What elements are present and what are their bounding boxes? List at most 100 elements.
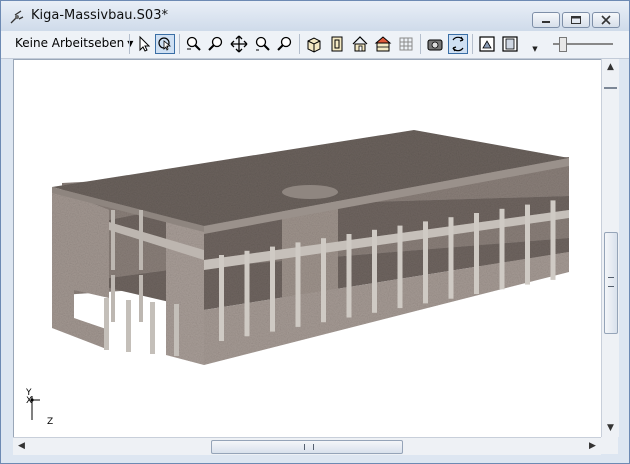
column [219,255,224,307]
toolbar-separator [129,34,130,54]
column [270,246,275,299]
view-house-section-icon [374,36,392,52]
column [270,293,275,332]
toolbar: Keine Arbeitseben ▼ ▼ [1,31,629,59]
minimize-icon [542,21,550,23]
arrow-right-icon: ▶ [589,441,596,451]
scrollbar-corner [601,437,618,454]
arrow-down-icon: ▼ [607,423,614,433]
column [499,251,505,290]
pan-icon [230,35,248,53]
chevron-down-icon: ▼ [532,45,538,53]
scroll-left-button[interactable]: ◀ [13,438,30,455]
view-3d-tool[interactable] [305,35,323,53]
column [397,225,403,278]
column [111,275,115,322]
zoom-in-icon [255,36,270,51]
view-3d-icon [307,37,321,53]
render-tool[interactable] [426,35,444,53]
maximize-icon [571,16,581,24]
select-region-icon [158,37,172,51]
rotate-view-tool[interactable] [448,34,468,54]
pan-tool[interactable] [230,35,248,53]
zoom-slider-thumb[interactable] [559,37,567,52]
toolbar-separator [179,34,180,54]
column [139,210,143,270]
toolbar-overflow-button[interactable]: ▼ [529,43,541,55]
arrow-up-icon: ▲ [607,62,614,72]
axis-z-label: Z [47,417,54,427]
app-icon [10,10,24,24]
column [295,242,301,295]
scroll-right-button[interactable]: ▶ [584,438,601,455]
toolbar-separator [472,34,473,54]
toolbar-separator [299,34,300,54]
select-arrow-tool[interactable] [135,35,153,53]
view-window-icon [479,36,495,52]
column [321,284,326,323]
view-house-section-tool[interactable] [374,35,392,53]
vertical-scrollbar[interactable]: ▲ ▼ [601,59,619,437]
rotate-view-icon [452,36,464,52]
view-front-tool[interactable] [328,35,346,53]
grip-icon [304,444,314,450]
column [423,265,428,304]
column [219,303,224,341]
close-button[interactable] [592,12,620,28]
scroll-up-button[interactable]: ▲ [602,59,619,76]
zoom-out-tool[interactable] [207,35,225,53]
column [474,256,479,294]
view-house-tool[interactable] [351,35,369,53]
column [372,274,377,313]
grip-icon [608,277,614,287]
column [397,270,403,309]
column [139,275,143,322]
arrow-left-icon: ◀ [18,441,25,451]
close-icon [601,15,611,25]
zoom-in-tool[interactable] [253,35,271,53]
view-frame-icon [502,36,518,52]
left-wall [52,187,109,350]
column [174,304,179,356]
grid-icon [399,37,413,51]
minimize-button[interactable] [532,12,560,28]
zoom-window-tool[interactable] [185,35,203,53]
toolbar-separator [420,34,421,54]
column [104,298,109,350]
scroll-down-button[interactable]: ▼ [602,420,619,437]
zoom-out-icon [208,36,223,51]
column [550,241,556,280]
column [525,246,530,285]
select-arrow-icon [139,35,151,52]
view-front-icon [331,36,343,52]
grid-tool[interactable] [397,35,415,53]
zoom-window-icon [186,36,201,51]
layer-dropdown-label: Keine Arbeitseben [15,36,125,50]
column [244,250,250,303]
column [244,298,250,337]
zoom-previous-tool[interactable] [276,35,294,53]
select-region-tool[interactable] [155,34,175,54]
layer-dropdown[interactable]: Keine Arbeitseben ▼ [15,36,133,50]
building-model-3d [30,130,569,420]
column [295,288,301,327]
cad-window: Kiga-Massivbau.S03* Keine Arbeitseben ▼ [0,0,630,464]
render-icon [427,39,443,51]
column [448,260,454,299]
model-viewport[interactable]: Y X Z [13,59,602,438]
view-window-tool[interactable] [478,35,496,53]
view-house-icon [352,36,368,52]
window-title: Kiga-Massivbau.S03* [31,8,168,23]
column [150,302,155,354]
maximize-button[interactable] [562,12,590,28]
vertical-scroll-thumb[interactable] [604,232,618,334]
roof-opening [282,185,338,199]
column [372,229,377,282]
horizontal-scrollbar[interactable]: ◀ ▶ [13,437,601,455]
splitter-handle[interactable] [604,87,617,89]
title-bar[interactable]: Kiga-Massivbau.S03* [1,1,629,31]
horizontal-scroll-thumb[interactable] [211,440,403,454]
axis-x-label: X [26,396,33,406]
view-frame-tool[interactable] [501,35,519,53]
column [126,300,131,352]
